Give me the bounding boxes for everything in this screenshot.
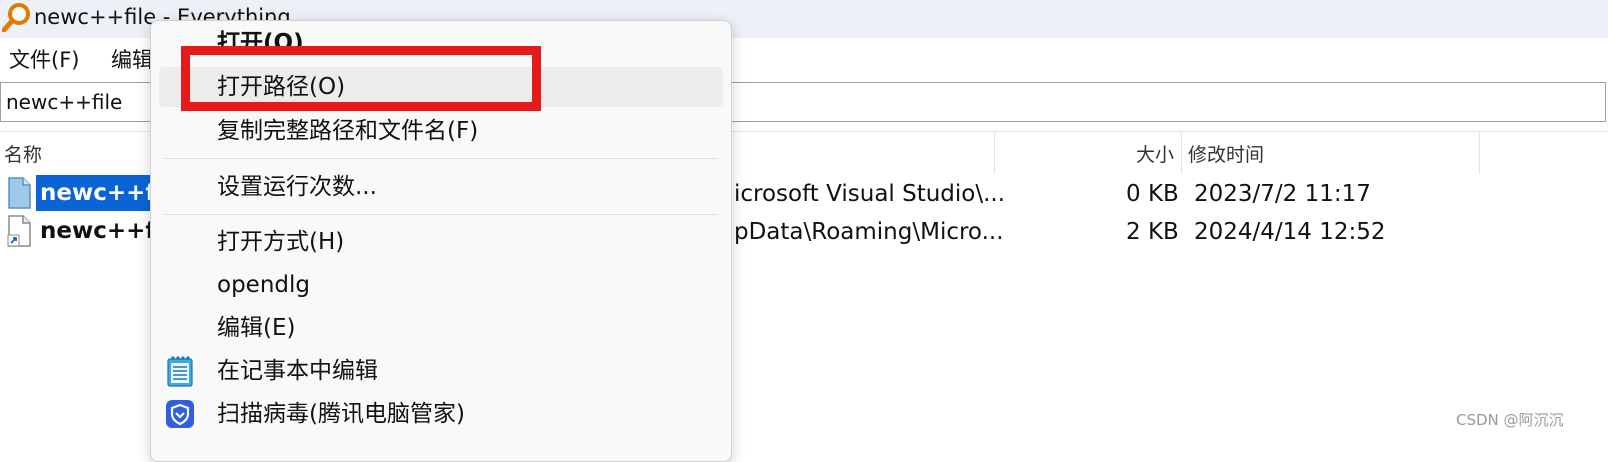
column-divider[interactable] [1181,132,1182,174]
menu-item-open-with[interactable]: 打开方式(H) [159,222,723,262]
menu-item-edit[interactable]: 编辑(E) [159,308,723,348]
menu-edit[interactable]: 编辑 [111,44,153,74]
menu-item-label: 复制完整路径和文件名(F) [217,118,479,144]
menu-item-label: 扫描病毒(腾讯电脑管家) [217,401,465,427]
column-divider[interactable] [994,132,995,174]
menu-item-label: 设置运行次数... [217,174,377,200]
menu-item-scan-virus[interactable]: 扫描病毒(腾讯电脑管家) [159,394,723,434]
menu-item-set-run-count[interactable]: 设置运行次数... [159,167,723,207]
column-header-size[interactable]: 大小 [1136,140,1174,167]
menu-item-opendlg[interactable]: opendlg [159,265,723,305]
notepad-icon [167,356,193,387]
shortcut-file-icon [7,215,31,247]
red-highlight-box [181,46,541,111]
menu-item-label: opendlg [217,272,310,298]
column-header-modified[interactable]: 修改时间 [1188,140,1264,167]
menu-item-edit-in-notepad[interactable]: 在记事本中编辑 [159,351,723,391]
menu-item-label: 在记事本中编辑 [217,358,378,384]
menu-separator [165,158,717,159]
row-modified: 2024/4/14 12:52 [1194,219,1386,245]
row-file-name[interactable]: newc++fi [36,175,167,211]
menu-item-label: 打开方式(H) [217,229,345,255]
column-divider[interactable] [1479,132,1480,174]
row-path: icrosoft Visual Studio\... [734,181,1006,207]
search-input-value: newc++file [6,90,123,114]
menu-separator [165,214,717,215]
menu-file[interactable]: 文件(F) [9,44,79,74]
column-header-name[interactable]: 名称 [4,140,42,167]
row-size: 2 KB [1126,219,1179,245]
row-size: 0 KB [1126,181,1179,207]
watermark: CSDN @阿沉沉 [1456,411,1564,429]
row-path: pData\Roaming\Micro... [734,219,1004,245]
shield-icon [166,400,194,428]
document-file-icon [8,177,31,209]
menu-item-label: 编辑(E) [217,315,296,341]
row-modified: 2023/7/2 11:17 [1194,181,1371,207]
menu-item-copy-full-path[interactable]: 复制完整路径和文件名(F) [159,111,723,151]
everything-magnifier-icon [2,3,30,32]
row-file-name[interactable]: newc++fi [36,213,166,249]
